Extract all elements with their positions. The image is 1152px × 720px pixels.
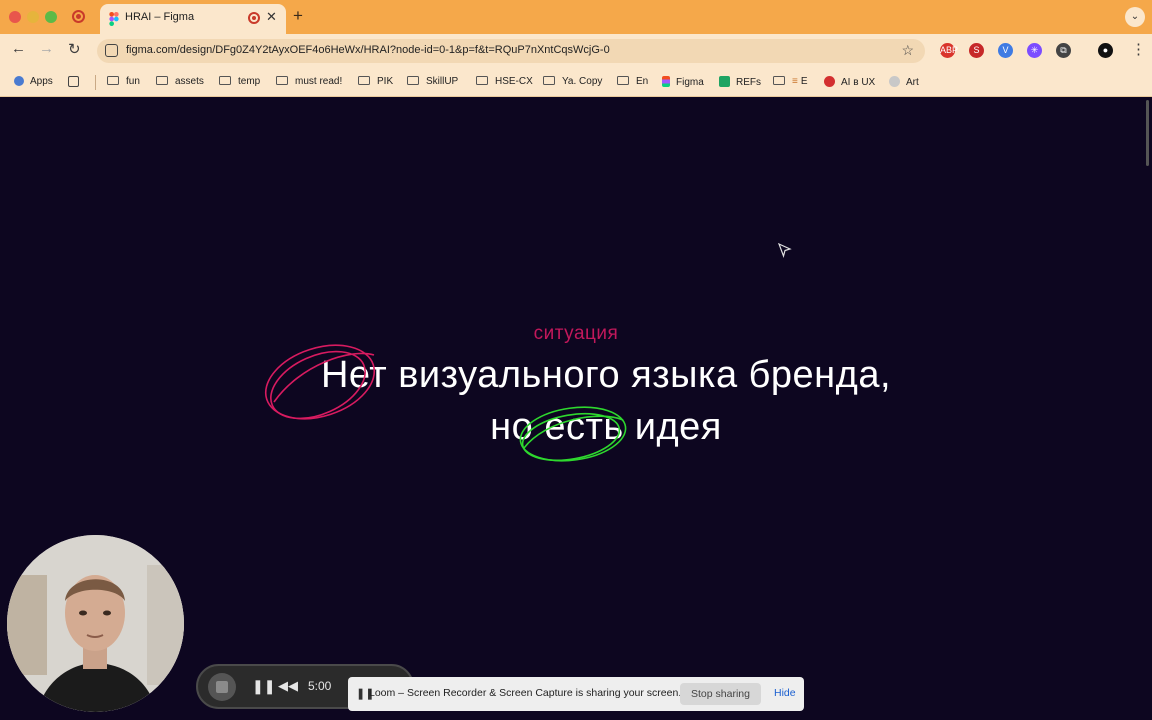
grid-icon [68,76,79,87]
address-bar[interactable]: figma.com/design/DFg0Z4Y2tAyxOEF4o6HeWx/… [97,39,925,63]
bookmark-label: Figma [676,77,704,88]
youtube-icon [824,76,835,87]
browser-toolbar: ← → ↻ figma.com/design/DFg0Z4Y2tAyxOEF4o… [0,34,1152,68]
tab-close-icon[interactable]: ✕ [266,9,277,25]
puzzle-extension-icon[interactable]: ⧉ [1056,43,1071,58]
reload-button[interactable]: ↻ [68,40,81,58]
bookmark-label: Apps [30,76,53,87]
bookmark-folder-e[interactable]: ≡ E [773,76,808,87]
bookmark-folder-assets[interactable]: assets [156,76,204,87]
s-extension-icon[interactable]: S [969,43,984,58]
emoji-icon: ≡ [792,76,798,87]
bookmark-label: En [636,76,649,87]
folder-icon [476,76,488,85]
bookmark-folder-must-read[interactable]: must read! [276,76,342,87]
bookmark-label: Ya. Copy [562,76,603,87]
abp-extension-icon[interactable]: ABP [940,43,958,58]
slide-headline-line1: Нет визуального языка бренда, [320,354,892,396]
back-button[interactable]: ← [11,40,26,57]
apps-grid-icon [14,76,24,86]
tab-hrai-figma[interactable]: HRAI – Figma ✕ [100,4,286,34]
bookmark-label: SkillUP [426,76,459,87]
bookmarks-divider [95,75,96,90]
bookmark-apps[interactable]: Apps [14,76,53,87]
bookmark-folder-ya-copy[interactable]: Ya. Copy [543,76,602,87]
bookmark-label: REFs [736,77,761,88]
bookmark-label: temp [238,76,261,87]
bookmark-label: assets [175,76,204,87]
tab-title: HRAI – Figma [125,11,195,23]
screen-sharing-notification: ❚❚ Loom – Screen Recorder & Screen Captu… [348,677,804,711]
browser-menu-button[interactable]: ⋮ [1131,40,1146,58]
recording-indicator-icon [72,10,85,23]
bookmark-folder-pik[interactable]: PIK [358,76,393,87]
stop-sharing-button[interactable]: Stop sharing [680,683,761,705]
restart-button[interactable]: ◀◀ [278,678,298,694]
site-info-icon[interactable] [105,44,118,57]
bookmark-star-icon[interactable]: ☆ [901,42,914,59]
slide-headline-line2: но есть идея [490,406,722,448]
folder-icon [276,76,288,85]
figma-icon [109,12,119,26]
tab-search-button[interactable]: ⌄ [1125,7,1145,27]
folder-icon [219,76,231,85]
bookmark-figma[interactable]: Figma [662,76,704,88]
url-text[interactable]: figma.com/design/DFg0Z4Y2tAyxOEF4o6HeWx/… [126,44,610,56]
bookmark-folder-skillup[interactable]: SkillUP [407,76,458,87]
mouse-cursor-icon [778,243,792,258]
folder-icon [543,76,555,85]
bookmark-label: fun [126,76,140,87]
bookmark-folder-fun[interactable]: fun [107,76,140,87]
scrollbar-thumb[interactable] [1146,100,1149,166]
folder-icon [773,76,785,85]
profile-extension-icon[interactable]: ● [1098,43,1113,58]
forward-button[interactable]: → [39,40,54,57]
art-icon [889,76,900,87]
window-close-button[interactable] [9,11,21,23]
new-tab-button[interactable]: + [293,6,303,26]
bookmark-label: AI в UX [841,77,876,88]
folder-icon [407,76,419,85]
pause-button[interactable]: ❚❚ [252,678,275,695]
slide-caption: ситуация [533,323,619,344]
folder-icon [617,76,629,85]
bookmark-folder-en[interactable]: En [617,76,648,87]
bookmark-label: HSE-CX [495,76,533,87]
recording-timer: 5:00 [308,679,332,693]
bookmark-label: E [800,76,808,87]
bookmark-folder-temp[interactable]: temp [219,76,260,87]
window-maximize-button[interactable] [45,11,57,23]
presenter-video [7,535,184,712]
bookmark-refs[interactable]: REFs [719,76,761,88]
bookmark-grid[interactable] [68,76,85,88]
bookmark-art[interactable]: Art [889,76,919,88]
bookmark-ai-ux[interactable]: AI в UX [824,76,875,88]
tab-recording-icon [248,12,260,24]
sheets-icon [719,76,730,87]
sparkle-extension-icon[interactable]: ✳ [1027,43,1042,58]
folder-icon [107,76,119,85]
bookmark-label: Art [906,77,919,88]
folder-icon [156,76,168,85]
hide-button[interactable]: Hide [774,687,796,699]
bookmarks-bar: Apps fun assets temp must read! PIK Skil… [0,68,1152,97]
figma-icon [662,76,670,87]
folder-icon [358,76,370,85]
bookmark-label: must read! [295,76,343,87]
bookmark-folder-hse-cx[interactable]: HSE-CX [476,76,533,87]
bookmark-label: PIK [377,76,394,87]
webcam-bubble[interactable] [7,535,184,712]
stop-recording-button[interactable] [208,673,236,701]
window-minimize-button[interactable] [27,11,39,23]
v-extension-icon[interactable]: V [998,43,1013,58]
tab-strip: HRAI – Figma ✕ + ⌄ [0,0,1152,34]
sharing-message: Loom – Screen Recorder & Screen Capture … [369,687,682,699]
